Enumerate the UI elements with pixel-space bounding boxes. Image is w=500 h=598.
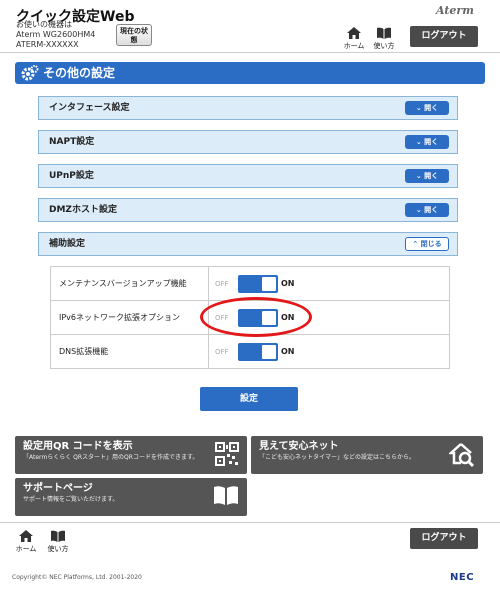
on-label: ON <box>281 347 295 356</box>
logout-button-footer[interactable]: ログアウト <box>410 528 478 549</box>
setting-label: DNS拡張機能 <box>50 334 209 369</box>
highlight-circle <box>200 297 312 337</box>
accordion-label: DMZホスト設定 <box>49 205 117 215</box>
off-label: OFF <box>215 279 229 288</box>
setting-label: メンテナンスバージョンアップ機能 <box>50 266 209 301</box>
help-label: 使い方 <box>373 42 395 50</box>
accordion-label: インタフェース設定 <box>49 103 130 113</box>
nec-logo: NEC <box>450 572 475 583</box>
off-label: OFF <box>215 347 229 356</box>
accordion-dmz[interactable]: DMZホスト設定 ⌄ 開く <box>38 198 458 222</box>
accordion-label: NAPT設定 <box>49 137 95 147</box>
card-description: サポート情報をご覧いただけます。 <box>23 496 119 503</box>
accordion-napt[interactable]: NAPT設定 ⌄ 開く <box>38 130 458 154</box>
accordion-auxiliary[interactable]: 補助設定 ⌃ 閉じる <box>38 232 458 256</box>
expand-button[interactable]: ⌄ 開く <box>405 169 449 183</box>
collapse-label: 閉じる <box>420 240 442 248</box>
logout-button[interactable]: ログアウト <box>410 26 478 47</box>
chevron-down-icon: ⌄ <box>415 104 422 112</box>
dns-toggle[interactable]: OFF ON <box>215 342 449 361</box>
accordion-upnp[interactable]: UPnP設定 ⌄ 開く <box>38 164 458 188</box>
qr-code-card[interactable]: 設定用QR コードを表示 「Atermらくらく QRスタート」用のQRコードを作… <box>15 436 247 474</box>
expand-label: 開く <box>424 206 439 214</box>
device-label: お使いの機器は <box>16 20 72 29</box>
accordion-label: UPnP設定 <box>49 171 94 181</box>
home-icon <box>347 27 361 39</box>
brand-logo: Aterm <box>436 4 474 17</box>
expand-button[interactable]: ⌄ 開く <box>405 203 449 217</box>
device-id: ATERM-XXXXXX <box>16 40 79 49</box>
footer-divider <box>0 522 500 523</box>
header-divider <box>0 52 500 53</box>
chevron-up-icon: ⌃ <box>412 240 419 248</box>
expand-button[interactable]: ⌄ 開く <box>405 101 449 115</box>
home-label: ホーム <box>343 42 365 50</box>
chevron-down-icon: ⌄ <box>415 138 422 146</box>
card-description: 「こども安心ネットタイマー」などの設定はこちらから。 <box>259 454 416 461</box>
book-icon <box>51 530 65 542</box>
copyright: Copyright© NEC Platforms, Ltd. 2001-2020 <box>12 574 142 581</box>
chevron-down-icon: ⌄ <box>415 206 422 214</box>
accordion-label: 補助設定 <box>49 239 86 249</box>
card-title: サポートページ <box>23 483 93 494</box>
home-button[interactable]: ホーム <box>340 26 368 51</box>
section-header: その他の設定 <box>15 62 485 84</box>
expand-label: 開く <box>424 104 439 112</box>
help-button-footer[interactable]: 使い方 <box>44 529 72 554</box>
qr-code-icon <box>215 442 239 466</box>
home-label: ホーム <box>15 545 37 553</box>
home-button-footer[interactable]: ホーム <box>12 529 40 554</box>
section-title: その他の設定 <box>43 66 116 80</box>
on-label: ON <box>281 279 295 288</box>
gear-icon <box>21 65 39 81</box>
card-title: 設定用QR コードを表示 <box>23 441 133 452</box>
toggle-knob <box>262 276 276 291</box>
help-label: 使い方 <box>47 545 69 553</box>
device-model: Aterm WG2600HM4 <box>16 30 96 39</box>
accordion-interface[interactable]: インタフェース設定 ⌄ 開く <box>38 96 458 120</box>
expand-label: 開く <box>424 138 439 146</box>
toggle-switch[interactable] <box>238 274 278 293</box>
collapse-button[interactable]: ⌃ 閉じる <box>405 237 449 251</box>
current-status-button[interactable]: 現在の状態 <box>116 24 152 46</box>
setting-row-dns: DNS拡張機能 OFF ON <box>50 334 450 369</box>
toggle-switch[interactable] <box>238 342 278 361</box>
expand-label: 開く <box>424 172 439 180</box>
card-title: 見えて安心ネット <box>259 441 339 452</box>
support-page-card[interactable]: サポートページ サポート情報をご覧いただけます。 <box>15 478 247 516</box>
card-description: 「Atermらくらく QRスタート」用のQRコードを作成できます。 <box>23 454 199 461</box>
expand-button[interactable]: ⌄ 開く <box>405 135 449 149</box>
home-icon <box>19 530 33 542</box>
chevron-down-icon: ⌄ <box>415 172 422 180</box>
safe-net-card[interactable]: 見えて安心ネット 「こども安心ネットタイマー」などの設定はこちらから。 <box>251 436 483 474</box>
submit-button[interactable]: 設定 <box>200 387 298 411</box>
toggle-knob <box>262 344 276 359</box>
maintenance-toggle[interactable]: OFF ON <box>215 274 449 293</box>
book-icon <box>214 486 238 505</box>
book-icon <box>377 27 391 39</box>
setting-label: IPv6ネットワーク拡張オプション <box>50 300 209 335</box>
setting-row-maintenance: メンテナンスバージョンアップ機能 OFF ON <box>50 266 450 301</box>
help-button[interactable]: 使い方 <box>370 26 398 51</box>
device-info: お使いの機器は Aterm WG2600HM4 ATERM-XXXXXX <box>16 20 95 50</box>
home-search-icon <box>449 443 475 468</box>
